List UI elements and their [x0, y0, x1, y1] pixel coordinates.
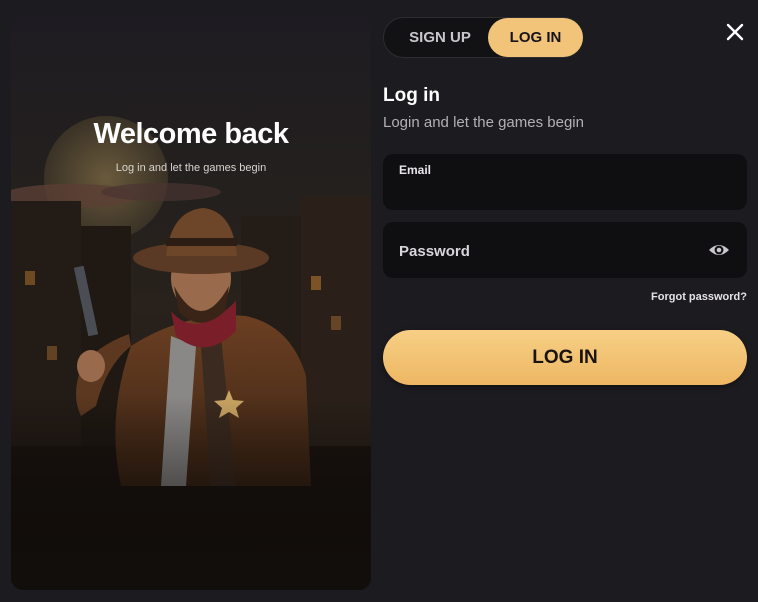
- email-label: Email: [399, 163, 432, 177]
- password-input[interactable]: [397, 222, 701, 280]
- forgot-password-link[interactable]: Forgot password?: [651, 291, 747, 303]
- hero-title: Welcome back: [93, 118, 289, 150]
- form-subtitle: Login and let the games begin: [383, 114, 584, 131]
- eye-icon[interactable]: [707, 239, 731, 261]
- auth-tabs: SIGN UP LOG IN: [383, 17, 583, 58]
- email-field[interactable]: Email: [383, 154, 747, 210]
- tab-sign-up[interactable]: SIGN UP: [390, 18, 490, 57]
- email-input[interactable]: [397, 180, 731, 206]
- password-field[interactable]: [383, 222, 747, 280]
- form-title: Log in: [383, 85, 440, 106]
- close-icon[interactable]: [724, 21, 746, 43]
- cowboy-sheriff-illustration: [11, 116, 371, 590]
- log-in-button[interactable]: LOG IN: [383, 330, 747, 385]
- hero-panel: Welcome back Log in and let the games be…: [11, 16, 371, 590]
- hero-subtitle: Log in and let the games begin: [115, 162, 267, 174]
- tab-log-in[interactable]: LOG IN: [488, 18, 583, 57]
